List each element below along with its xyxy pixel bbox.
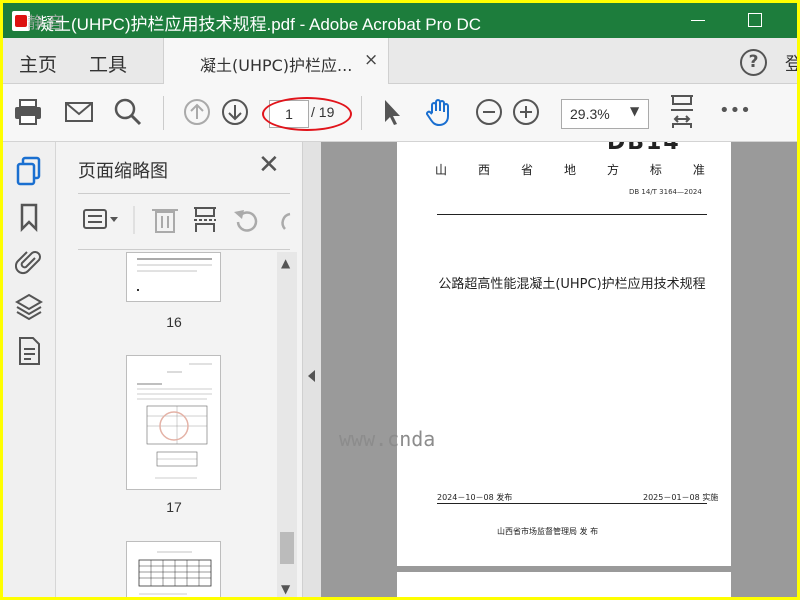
thumbnail-label: 17 [166, 499, 182, 515]
site-watermark: www.cnda [339, 427, 436, 451]
zoom-value: 29.3% [570, 106, 610, 122]
header-char: 准 [692, 163, 705, 177]
header-char: 省 [520, 163, 533, 177]
zoom-in-icon[interactable] [510, 96, 542, 128]
chevron-down-icon: ▼ [630, 104, 640, 118]
previous-page-icon[interactable] [181, 96, 213, 128]
toolbar: 1 / 19 29.3% ▼ ••• [3, 84, 797, 142]
footer-rule [437, 503, 707, 504]
thumbnail-options-icon[interactable] [83, 209, 118, 229]
standard-header: 山 西 省 地 方 标 准 [435, 161, 705, 178]
collapse-arrow-icon [308, 370, 315, 382]
header-char: 西 [477, 163, 490, 177]
header-char: 山 [435, 163, 448, 177]
panel-divider [78, 249, 290, 250]
document-title: 公路超高性能混凝土(UHPC)护栏应用技术规程 [438, 277, 706, 292]
search-icon[interactable] [112, 96, 144, 128]
maximize-button[interactable] [741, 7, 767, 33]
scroll-down-icon[interactable]: ▼ [281, 582, 290, 596]
print-icon[interactable] [12, 96, 44, 128]
menu-home[interactable]: 主页 [19, 50, 57, 77]
header-char: 方 [606, 163, 619, 177]
close-tab-icon[interactable]: × [364, 50, 378, 70]
zoom-out-icon[interactable] [473, 96, 505, 128]
fit-page-icon[interactable] [667, 92, 697, 132]
document-tab[interactable]: 凝土(UHPC)护栏应... × [163, 38, 389, 84]
toolbar-separator [361, 96, 362, 130]
thumbnail-page-17[interactable] [126, 355, 221, 490]
title-bar: 凝土(UHPC)护栏应用技术规程.pdf - Adobe Acrobat Pro… [3, 3, 797, 38]
layers-icon[interactable] [15, 292, 43, 322]
acrobat-window: 凝土(UHPC)护栏应用技术规程.pdf - Adobe Acrobat Pro… [3, 3, 797, 597]
document-view[interactable]: DB14 山 西 省 地 方 标 准 DB 14/T 3164—2024 公路超… [321, 142, 797, 597]
email-icon[interactable] [63, 96, 95, 128]
panel-title: 页面缩略图 [78, 161, 168, 182]
highlight-ellipse [262, 97, 352, 131]
pdf-page-1: DB14 山 西 省 地 方 标 准 DB 14/T 3164—2024 公路超… [397, 142, 731, 566]
header-rule [437, 214, 707, 215]
toolbar-separator [163, 96, 164, 130]
scrollbar-thumb[interactable] [280, 532, 294, 564]
page-thumbnails-icon[interactable] [15, 156, 43, 186]
thumbnail-scrollbar[interactable]: ▲ ▼ [277, 252, 297, 597]
zoom-select[interactable]: 29.3% ▼ [561, 99, 649, 129]
panel-divider [78, 193, 290, 194]
attachment-icon[interactable] [14, 246, 43, 276]
scroll-up-icon[interactable]: ▲ [281, 256, 290, 270]
navigation-rail [3, 142, 56, 597]
thumbnail-page-18[interactable] [126, 541, 221, 597]
window-title: 凝土(UHPC)护栏应用技术规程.pdf - Adobe Acrobat Pro… [37, 15, 482, 34]
thumbnail-tools [78, 202, 293, 238]
rotate-left-icon[interactable] [234, 210, 258, 232]
more-tools-icon[interactable]: ••• [719, 100, 759, 132]
document-tab-label: 凝土(UHPC)护栏应... [200, 56, 353, 75]
hand-tool-icon[interactable] [423, 96, 455, 128]
thumbnail-label: 16 [166, 314, 182, 330]
document-properties-icon[interactable] [15, 336, 43, 366]
standard-number: DB 14/T 3164—2024 [629, 188, 702, 196]
implementation-date: 2025－01－08 实施 [643, 493, 719, 502]
rotate-right-icon[interactable] [281, 212, 291, 230]
issue-date: 2024－10－08 发布 [437, 493, 513, 502]
menu-bar: 主页 工具 凝土(UHPC)护栏应... × ? 登 [3, 38, 797, 84]
delete-page-icon[interactable] [152, 209, 178, 233]
header-char: 地 [563, 163, 576, 177]
next-page-icon[interactable] [219, 96, 251, 128]
select-arrow-icon[interactable] [375, 96, 407, 128]
thumbnail-page-16[interactable] [126, 252, 221, 302]
close-panel-icon[interactable]: ✕ [258, 150, 280, 180]
panel-collapse-handle[interactable] [303, 142, 321, 597]
corner-watermark: 静 音 [27, 15, 64, 32]
help-icon[interactable]: ? [740, 49, 767, 76]
sign-in-button[interactable]: 登 [785, 50, 797, 76]
header-char: 标 [649, 163, 662, 177]
bookmark-icon[interactable] [15, 202, 43, 233]
publisher: 山西省市场监督管理局 发 布 [497, 527, 599, 536]
standard-code-large: DB14 [607, 142, 681, 155]
pdf-page-2 [397, 572, 731, 597]
menu-tools[interactable]: 工具 [89, 50, 127, 77]
insert-page-icon[interactable] [194, 207, 216, 232]
thumbnails-panel: 页面缩略图 ✕ 16 17 ▲ ▼ [56, 142, 303, 597]
minimize-button[interactable] [685, 7, 711, 33]
